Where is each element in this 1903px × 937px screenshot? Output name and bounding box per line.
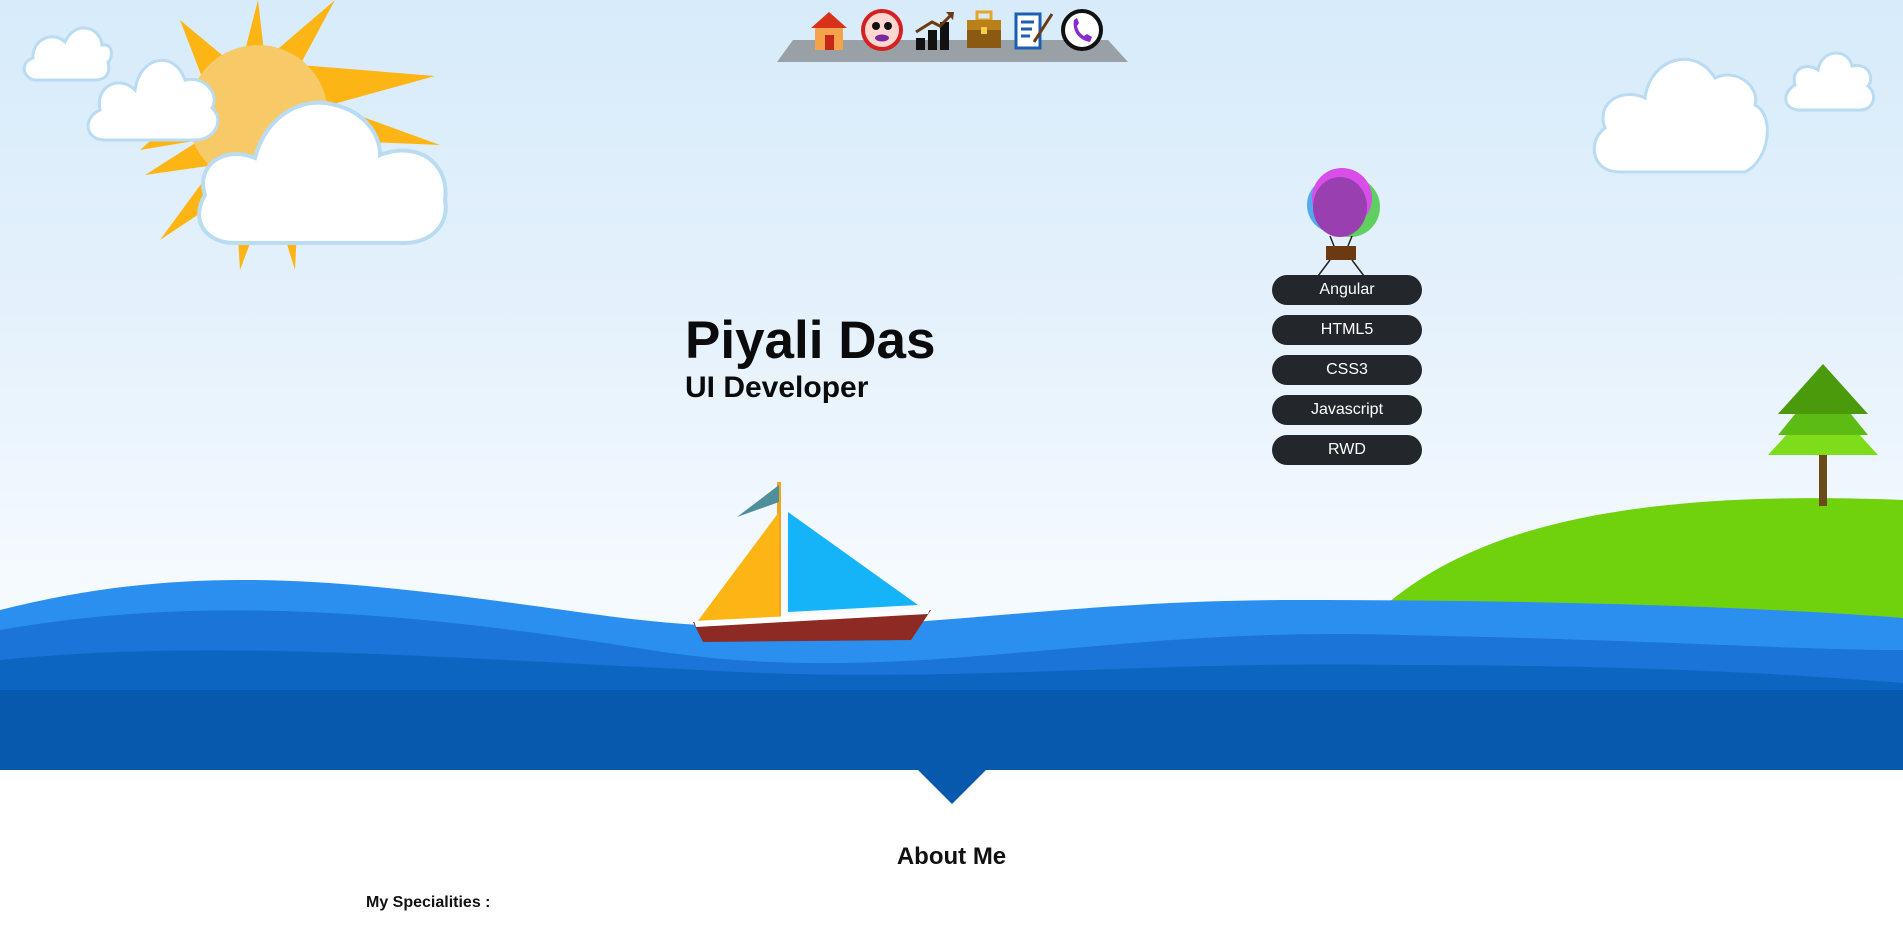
cloud-icon xyxy=(1592,57,1769,174)
phone-icon xyxy=(1061,9,1103,51)
about-face-icon xyxy=(861,9,903,51)
tree-icon xyxy=(1768,364,1878,506)
skill-pill-rwd[interactable]: RWD xyxy=(1272,435,1422,465)
hero-role: UI Developer xyxy=(685,371,869,404)
skill-pill-css3[interactable]: CSS3 xyxy=(1272,355,1422,385)
hero-scene: Piyali Das UI Developer Angular HTML5 CS… xyxy=(0,0,1903,770)
cloud-icon xyxy=(1784,51,1876,112)
skill-pill-html5[interactable]: HTML5 xyxy=(1272,315,1422,345)
home-icon xyxy=(811,12,847,50)
briefcase-icon xyxy=(967,10,1001,48)
nav-about-icon[interactable] xyxy=(860,8,904,52)
skill-pill-javascript[interactable]: Javascript xyxy=(1272,395,1422,425)
nav-work-icon[interactable] xyxy=(962,8,1006,52)
nav-home-icon[interactable] xyxy=(807,8,851,52)
sailboat-icon xyxy=(693,482,931,642)
sea-base xyxy=(0,690,1903,770)
hero-title-block: Piyali Das UI Developer xyxy=(685,312,935,406)
scenery-illustration xyxy=(0,0,1903,770)
nav-resume-icon[interactable] xyxy=(1012,8,1056,52)
cloud-icon xyxy=(22,26,113,82)
resume-pen-icon xyxy=(1014,12,1054,50)
nav-skills-icon[interactable] xyxy=(912,8,956,52)
about-section-title: About Me xyxy=(896,843,1007,870)
skill-pill-angular[interactable]: Angular xyxy=(1272,275,1422,305)
specialities-label: My Specialities : xyxy=(366,894,491,911)
nav-contact-icon[interactable] xyxy=(1060,8,1104,52)
balloon-icon xyxy=(1307,168,1380,277)
growth-chart-icon xyxy=(915,12,954,50)
hero-name: Piyali Das xyxy=(685,311,936,370)
section-divider-notch xyxy=(917,769,987,804)
